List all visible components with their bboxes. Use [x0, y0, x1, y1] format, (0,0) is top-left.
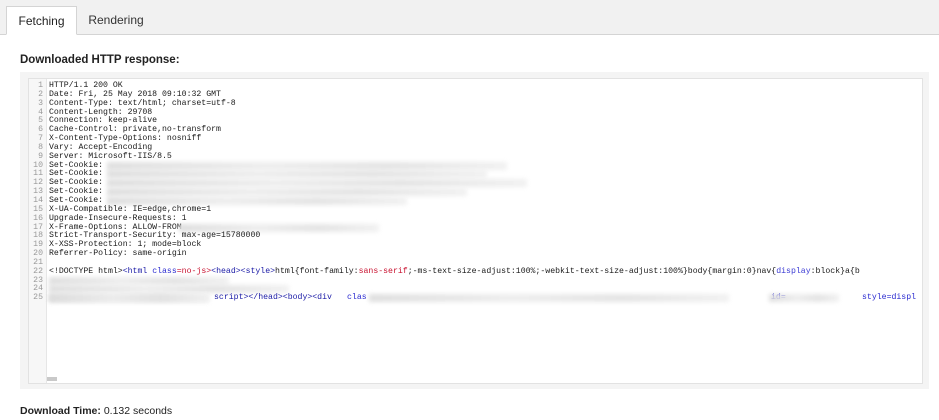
- code-token: :block}a{b: [810, 266, 860, 276]
- line-number: 25: [33, 293, 43, 303]
- section-title: Downloaded HTTP response:: [20, 54, 180, 66]
- redacted-region: [49, 294, 209, 303]
- redacted-region: [107, 179, 527, 188]
- download-time: Download Time: 0.132 seconds: [20, 405, 172, 417]
- download-time-value: 0.132 seconds: [100, 405, 173, 417]
- code-line: 3 Content-Type: text/html; charset=utf-8: [29, 99, 922, 109]
- code-token: style=displ: [862, 293, 917, 303]
- code-text: Referrer-Policy: same-origin: [49, 249, 187, 259]
- code-line: 22 <!DOCTYPE html><html class=no-js><head…: [29, 266, 922, 277]
- code-token: script></head><body><div: [214, 293, 337, 303]
- redacted-region: [369, 294, 729, 303]
- code-line: 7 X-Content-Type-Options: nosniff: [29, 134, 922, 144]
- redacted-region: [107, 188, 467, 197]
- code-token: <!DOCTYPE html>: [49, 266, 123, 276]
- code-token: ;-ms-text-size-adjust:100%;-webkit-text-…: [407, 266, 777, 276]
- code-line: 23: [29, 276, 922, 286]
- code-line: 9 Server: Microsoft-IIS/8.5: [29, 152, 922, 162]
- download-time-label: Download Time:: [20, 405, 101, 417]
- http-response-viewer[interactable]: 1 HTTP/1.1 200 OK 2 Date: Fri, 25 May 2018 …: [28, 78, 923, 384]
- tab-fetching[interactable]: Fetching: [6, 6, 77, 35]
- code-line: 4 Content-Length: 29708: [29, 108, 922, 118]
- redacted-region: [49, 276, 229, 285]
- code-token: <html: [122, 266, 153, 276]
- tab-rendering[interactable]: Rendering: [83, 6, 149, 34]
- redacted-region: [107, 196, 407, 205]
- code-lines: 1 HTTP/1.1 200 OK 2 Date: Fri, 25 May 2018 …: [29, 81, 922, 303]
- code-token: sans-serif: [358, 266, 408, 276]
- tab-bar: Fetching Rendering: [0, 0, 939, 35]
- code-token: class: [152, 266, 177, 276]
- code-text: <!DOCTYPE html><html class=no-js><head><…: [49, 266, 860, 277]
- code-token: html{font-family:: [275, 266, 359, 276]
- code-token: =no-js>: [176, 266, 212, 276]
- code-line: 20 Referrer-Policy: same-origin: [29, 249, 922, 259]
- code-token: <head><style>: [211, 266, 276, 276]
- code-line: 25script></head><body><div clasid=style=…: [29, 293, 922, 303]
- horizontal-scrollbar[interactable]: [47, 377, 57, 381]
- redacted-region: [769, 294, 839, 303]
- code-token: clas: [347, 293, 367, 303]
- code-line: 10 Set-Cookie:: [29, 161, 922, 171]
- code-line: 12 Set-Cookie:: [29, 178, 922, 188]
- code-line: 24: [29, 285, 922, 294]
- code-token: display: [776, 266, 811, 276]
- code-line: 13 Set-Cookie:: [29, 187, 922, 197]
- code-line: 11 Set-Cookie:: [29, 170, 922, 179]
- redacted-region: [107, 170, 487, 179]
- redacted-region: [107, 161, 507, 170]
